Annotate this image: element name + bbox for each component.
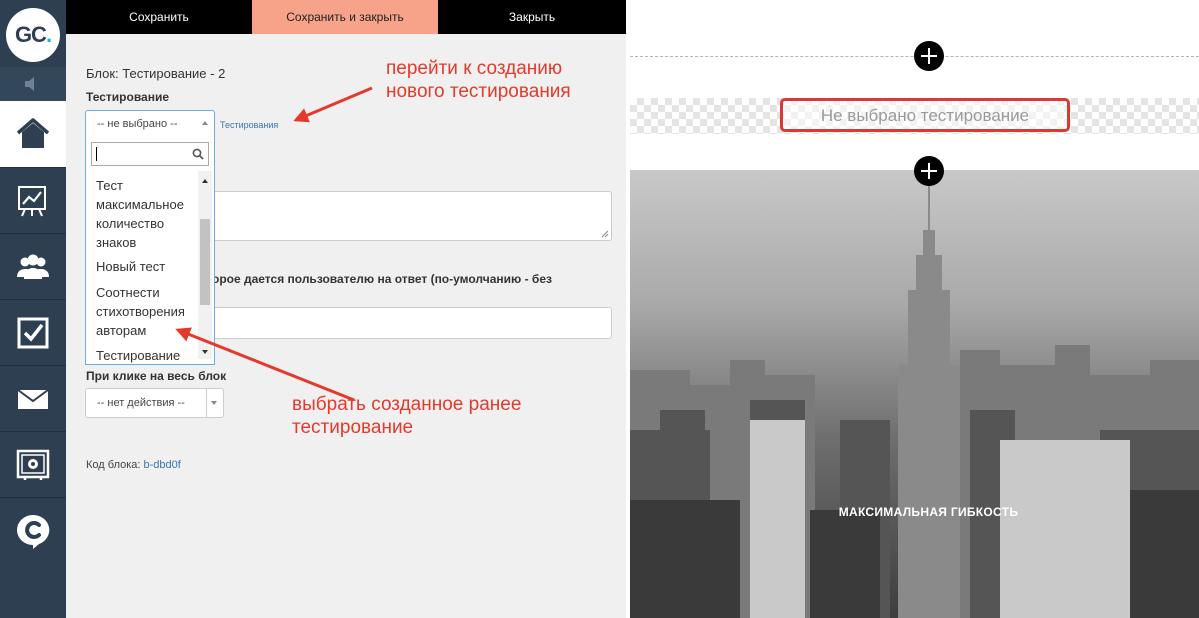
dropdown-option[interactable]: Новый тест (96, 257, 196, 276)
dropdown-option[interactable]: Соотнести стихотворения авторам (96, 283, 196, 340)
text-cursor (96, 147, 97, 161)
sidebar-item-users[interactable] (0, 233, 66, 299)
block-code-value: b-dbd0f (143, 459, 181, 471)
hero-city-image: МАКСИМАЛЬНАЯ ГИБКОСТЬ (630, 170, 1199, 618)
mail-icon (17, 389, 49, 409)
dropdown-search-input[interactable] (91, 142, 209, 166)
hero-caption: МАКСИМАЛЬНАЯ ГИБКОСТЬ (838, 505, 1019, 519)
dropdown-scroll-thumb[interactable] (200, 219, 210, 305)
speaker-icon (25, 77, 34, 91)
users-icon (17, 254, 49, 279)
click-action-select[interactable]: -- нет действия -- (85, 388, 224, 418)
arrow-to-create-link (293, 86, 373, 123)
gear-screen-icon (16, 449, 50, 480)
sidebar-item-settings[interactable] (0, 431, 66, 497)
answer-time-label: орое дается пользователю на ответ (по-ум… (212, 272, 552, 286)
sidebar-item-stats[interactable] (0, 167, 66, 233)
resize-handle-icon (601, 230, 609, 238)
notifications-button[interactable] (0, 67, 66, 101)
block-settings-panel: Сохранить Сохранить и закрыть Закрыть Бл… (66, 0, 626, 618)
description-textarea[interactable] (212, 191, 612, 241)
add-block-icon[interactable] (914, 156, 944, 186)
city-skyline (630, 180, 1199, 618)
testing-label: Тестирование (86, 90, 170, 104)
page-preview: Не выбрано тестирование МАКСИМАЛЬНАЯ ГИБ… (630, 0, 1199, 618)
panel-toolbar: Сохранить Сохранить и закрыть Закрыть (66, 0, 626, 34)
sidebar-item-tasks[interactable] (0, 299, 66, 365)
scroll-down-icon[interactable] (202, 350, 208, 354)
close-button[interactable]: Закрыть (438, 0, 626, 34)
sidebar-item-chat[interactable] (0, 497, 66, 563)
annotation-create-testing: перейти к созданию нового тестирования (386, 58, 571, 102)
block-title: Блок: Тестирование - 2 (86, 66, 226, 81)
answer-time-input[interactable] (212, 307, 612, 339)
select-divider (206, 389, 207, 417)
caret-up-icon (202, 121, 208, 125)
save-and-close-button[interactable]: Сохранить и закрыть (252, 0, 438, 34)
block-code: Код блока: b-dbd0f (86, 459, 181, 471)
chat-c-icon (17, 514, 50, 549)
dropdown-option[interactable]: Тест максимальное количество знаков (96, 176, 196, 252)
sidebar-item-mail[interactable] (0, 365, 66, 431)
testing-dropdown-list: Тест максимальное количество знаков Новы… (85, 137, 215, 365)
annotation-select-testing: выбрать созданное ранее тестирование (292, 394, 522, 438)
click-action-label: При клике на весь блок (86, 369, 227, 383)
testing-select[interactable]: -- не выбрано -- (85, 110, 215, 138)
search-icon (192, 148, 204, 160)
block-code-label: Код блока: (86, 459, 141, 471)
dropdown-option[interactable]: Тестирование (96, 346, 196, 364)
add-block-icon[interactable] (914, 41, 944, 71)
chart-icon (18, 186, 46, 217)
empty-testing-placeholder[interactable]: Не выбрано тестирование (780, 98, 1070, 132)
scroll-up-icon[interactable] (202, 179, 208, 183)
logo-dot: . (45, 22, 52, 47)
empty-testing-text: Не выбрано тестирование (820, 106, 1030, 125)
save-button[interactable]: Сохранить (66, 0, 252, 34)
sidebar-item-home[interactable] (0, 101, 66, 167)
click-action-value: -- нет действия -- (97, 397, 185, 409)
home-icon (16, 118, 50, 148)
logo-text: GC (14, 22, 47, 47)
checkbox-icon (17, 317, 49, 349)
testing-select-value: -- не выбрано -- (97, 118, 178, 130)
create-testing-link[interactable]: Тестирования (220, 120, 278, 130)
caret-down-icon (211, 401, 217, 405)
app-sidebar: GC. (0, 0, 66, 618)
gc-logo[interactable]: GC. (6, 8, 60, 62)
